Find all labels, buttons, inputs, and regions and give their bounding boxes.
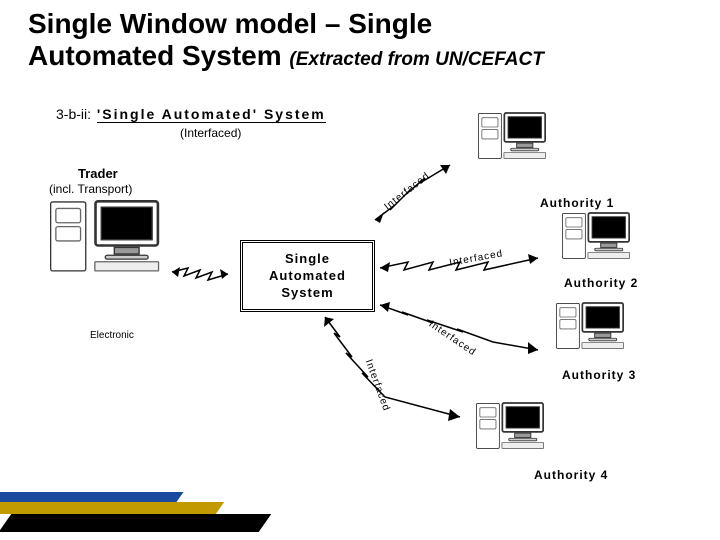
diagram-section-label: 3-b-ii: 'Single Automated' System [56, 106, 326, 123]
sas-line-1: Single [243, 251, 372, 268]
authority-1-label: Authority 1 [540, 196, 614, 210]
slide-title: Single Window model – Single Automated S… [28, 8, 544, 72]
authority-1-computer-icon [478, 112, 546, 159]
authority-4-label: Authority 4 [534, 468, 608, 482]
arrow-sas-to-auth4 [320, 315, 470, 425]
authority-3-computer-icon [556, 302, 624, 349]
title-line-1: Single Window model – Single [28, 8, 432, 39]
authority-2-computer-icon [562, 212, 630, 259]
trader-computer-icon [50, 200, 160, 272]
sas-line-3: System [243, 285, 372, 302]
title-line-2-main: Automated System [28, 40, 282, 71]
section-name: 'Single Automated' System [97, 106, 326, 123]
single-automated-system-box: Single Automated System [240, 240, 375, 312]
electronic-label: Electronic [90, 330, 134, 341]
section-sublabel: (Interfaced) [180, 126, 241, 140]
trader-label: Trader [78, 166, 118, 181]
arrow-sas-to-auth1 [370, 160, 470, 230]
arrow-sas-to-auth2 [378, 250, 548, 280]
title-subtitle: (Extracted from UN/CEFACT [289, 49, 543, 70]
authority-3-label: Authority 3 [562, 368, 636, 382]
authority-2-label: Authority 2 [564, 276, 638, 290]
arrow-trader-to-sas [170, 260, 240, 290]
trader-sublabel: (incl. Transport) [49, 182, 132, 196]
authority-4-computer-icon [476, 402, 544, 449]
footer-decoration [0, 472, 280, 540]
sas-line-2: Automated [243, 268, 372, 285]
section-prefix: 3-b-ii: [56, 106, 91, 122]
